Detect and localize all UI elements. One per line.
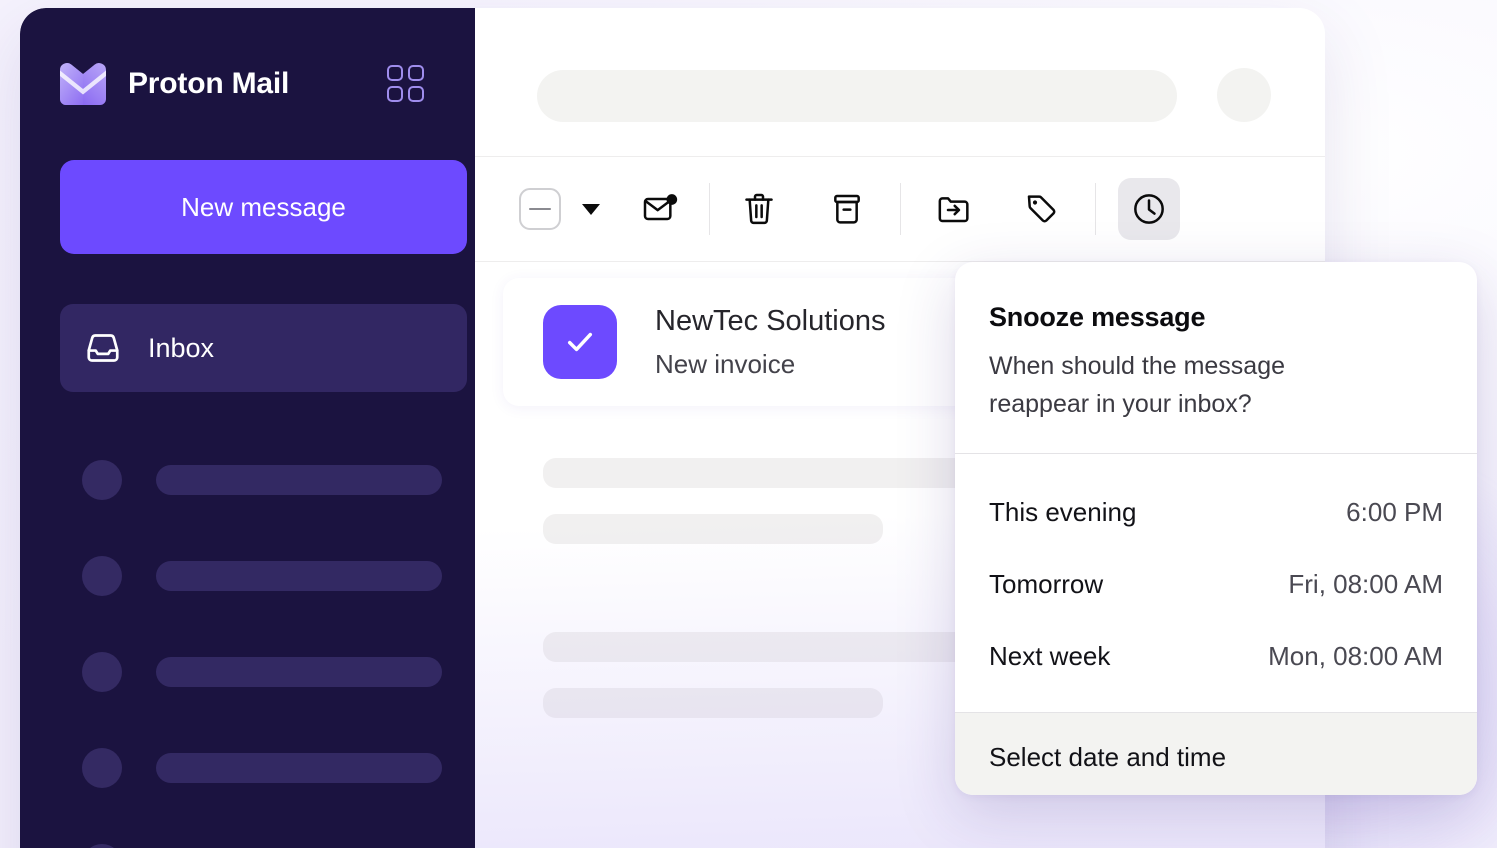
archive-button[interactable] (816, 178, 878, 240)
snooze-popover-subtitle: When should the message reappear in your… (989, 348, 1389, 423)
sidebar-item-inbox[interactable]: Inbox (60, 304, 467, 392)
move-to-button[interactable] (923, 178, 985, 240)
message-checkbox[interactable] (543, 305, 617, 379)
message-text: NewTec Solutions New invoice (655, 300, 886, 384)
snooze-option-tomorrow[interactable]: Tomorrow Fri, 08:00 AM (989, 548, 1443, 620)
check-icon (561, 323, 599, 361)
snooze-button[interactable] (1118, 178, 1180, 240)
skeleton-avatar (82, 460, 122, 500)
snooze-option-this-evening[interactable]: This evening 6:00 PM (989, 476, 1443, 548)
avatar[interactable] (1217, 68, 1271, 122)
toolbar-divider (900, 183, 901, 235)
skeleton-label (156, 753, 442, 783)
apps-grid-icon[interactable] (384, 62, 426, 104)
snooze-popover-header: Snooze message When should the message r… (955, 262, 1477, 453)
sidebar-skeleton-row (82, 554, 462, 598)
brand-row: Proton Mail (58, 56, 448, 112)
skeleton-avatar (82, 652, 122, 692)
message-subject: New invoice (655, 344, 886, 384)
skeleton-line (543, 514, 883, 544)
screenshot-stage: Proton Mail New message Inbox (0, 0, 1497, 848)
search-input[interactable] (537, 70, 1177, 122)
mark-unread-button[interactable] (629, 178, 691, 240)
sidebar-skeleton-list (82, 458, 462, 848)
snooze-popover-title: Snooze message (989, 302, 1443, 333)
clock-icon (1129, 189, 1169, 229)
delete-button[interactable] (728, 178, 790, 240)
envelope-unread-icon (640, 189, 680, 229)
skeleton-avatar (82, 844, 122, 848)
toolbar-divider (1095, 183, 1096, 235)
select-all-checkbox[interactable] (509, 178, 571, 240)
proton-mail-logo-icon (58, 61, 108, 107)
sidebar-item-label: Inbox (148, 333, 214, 364)
apps-grid-cell (408, 65, 424, 81)
sidebar: Proton Mail New message Inbox (20, 8, 475, 848)
apps-grid-cell (408, 86, 424, 102)
toolbar-divider (709, 183, 710, 235)
snooze-option-label: Tomorrow (989, 569, 1103, 600)
snooze-option-label: This evening (989, 497, 1136, 528)
tag-icon (1022, 189, 1062, 229)
chevron-down-icon (582, 204, 600, 215)
snooze-popover: Snooze message When should the message r… (955, 262, 1477, 795)
snooze-select-date-label: Select date and time (989, 742, 1226, 773)
sidebar-skeleton-row (82, 746, 462, 790)
checkbox-indeterminate-icon (519, 188, 561, 230)
snooze-option-next-week[interactable]: Next week Mon, 08:00 AM (989, 620, 1443, 692)
snooze-option-time: Fri, 08:00 AM (1288, 569, 1443, 600)
snooze-select-date-and-time[interactable]: Select date and time (955, 713, 1477, 795)
message-sender: NewTec Solutions (655, 300, 886, 344)
select-all-dropdown[interactable] (571, 178, 611, 240)
sidebar-skeleton-row (82, 650, 462, 694)
message-toolbar (475, 156, 1325, 262)
skeleton-label (156, 657, 442, 687)
apps-grid-cell (387, 65, 403, 81)
folder-arrow-icon (934, 189, 974, 229)
archive-box-icon (827, 189, 867, 229)
snooze-option-label: Next week (989, 641, 1110, 672)
skeleton-avatar (82, 748, 122, 788)
snooze-option-time: 6:00 PM (1346, 497, 1443, 528)
new-message-button[interactable]: New message (60, 160, 467, 254)
label-as-button[interactable] (1011, 178, 1073, 240)
trash-icon (739, 189, 779, 229)
brand-name: Proton Mail (128, 67, 289, 101)
inbox-icon (84, 329, 122, 367)
skeleton-label (156, 465, 442, 495)
sidebar-skeleton-row (82, 458, 462, 502)
skeleton-avatar (82, 556, 122, 596)
apps-grid-cell (387, 86, 403, 102)
skeleton-line (543, 688, 883, 718)
skeleton-label (156, 561, 442, 591)
snooze-option-list: This evening 6:00 PM Tomorrow Fri, 08:00… (955, 454, 1477, 712)
snooze-option-time: Mon, 08:00 AM (1268, 641, 1443, 672)
sidebar-skeleton-row (82, 842, 462, 848)
